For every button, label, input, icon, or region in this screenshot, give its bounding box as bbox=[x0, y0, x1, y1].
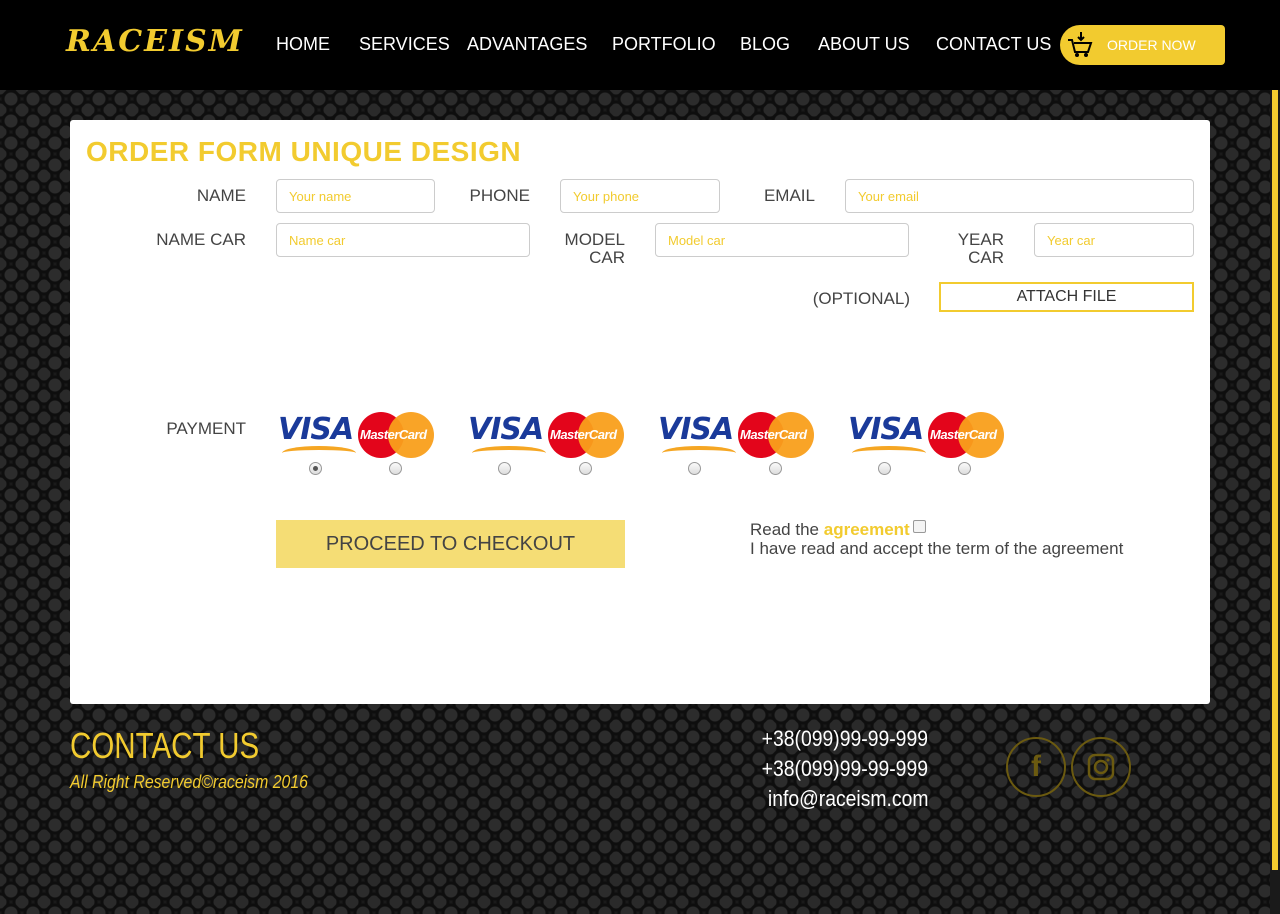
visa-swoosh bbox=[472, 446, 546, 460]
mastercard-radio-1[interactable] bbox=[389, 462, 402, 475]
mastercard-text: MasterCard bbox=[740, 427, 807, 442]
visa-logo: VISA bbox=[276, 410, 356, 460]
facebook-glyph: f bbox=[1031, 750, 1041, 783]
facebook-icon[interactable]: f bbox=[1006, 737, 1066, 797]
footer-rights: All Right Reserved©raceism 2016 bbox=[70, 772, 308, 792]
footer-phone-1[interactable]: +38(099)99-99-999 bbox=[762, 726, 928, 752]
order-now-label: ORDER NOW bbox=[1107, 37, 1196, 53]
scrollbar-thumb[interactable] bbox=[1272, 90, 1278, 870]
mastercard-text: MasterCard bbox=[360, 427, 427, 442]
mastercard-radio-3[interactable] bbox=[769, 462, 782, 475]
instagram-glyph bbox=[1087, 753, 1115, 781]
name-car-input[interactable] bbox=[276, 223, 530, 257]
name-label: NAME bbox=[196, 186, 246, 205]
agreement-link[interactable]: agreement bbox=[824, 520, 910, 539]
year-car-input[interactable] bbox=[1034, 223, 1194, 257]
visa-radio-3[interactable] bbox=[688, 462, 701, 475]
scrollbar[interactable] bbox=[1270, 90, 1280, 914]
footer-email[interactable]: info@raceism.com bbox=[767, 786, 928, 812]
name-car-label: NAME CAR bbox=[156, 230, 246, 249]
visa-text: VISA bbox=[848, 412, 924, 447]
mastercard-logo: MasterCard bbox=[928, 412, 1004, 460]
name-input[interactable] bbox=[276, 179, 435, 213]
mastercard-logo: MasterCard bbox=[358, 412, 434, 460]
payment-option-4: VISA MasterCard bbox=[846, 410, 1016, 480]
visa-swoosh bbox=[662, 446, 736, 460]
model-car-label: MODEL CAR bbox=[564, 230, 625, 267]
email-input[interactable] bbox=[845, 179, 1194, 213]
agreement-checkbox[interactable] bbox=[912, 520, 926, 533]
order-now-button[interactable]: ORDER NOW bbox=[1060, 25, 1225, 65]
visa-logo: VISA bbox=[466, 410, 546, 460]
mastercard-logo: MasterCard bbox=[738, 412, 814, 460]
visa-logo: VISA bbox=[656, 410, 736, 460]
visa-swoosh bbox=[282, 446, 356, 460]
visa-text: VISA bbox=[278, 412, 354, 447]
mastercard-radio-4[interactable] bbox=[958, 462, 971, 475]
visa-logo: VISA bbox=[846, 410, 926, 460]
payment-option-1: VISA MasterCard bbox=[276, 410, 446, 480]
model-car-input[interactable] bbox=[655, 223, 909, 257]
nav-advantages[interactable]: ADVANTAGES bbox=[467, 34, 587, 55]
logo[interactable]: RACEISM bbox=[66, 24, 244, 59]
mastercard-logo: MasterCard bbox=[548, 412, 624, 460]
phone-input[interactable] bbox=[560, 179, 720, 213]
nav-portfolio[interactable]: PORTFOLIO bbox=[612, 34, 716, 55]
visa-radio-2[interactable] bbox=[498, 462, 511, 475]
nav-blog[interactable]: BLOG bbox=[740, 34, 790, 55]
visa-text: VISA bbox=[468, 412, 544, 447]
cart-icon bbox=[1068, 32, 1093, 57]
visa-radio-1[interactable] bbox=[309, 462, 322, 475]
email-label: EMAIL bbox=[763, 186, 815, 205]
nav-contact-us[interactable]: CONTACT US bbox=[936, 34, 1051, 55]
header: RACEISM HOME SERVICES ADVANTAGES PORTFOL… bbox=[0, 0, 1280, 90]
instagram-icon[interactable] bbox=[1071, 737, 1131, 797]
payment-option-3: VISA MasterCard bbox=[656, 410, 826, 480]
visa-swoosh bbox=[852, 446, 926, 460]
form-title: ORDER FORM UNIQUE DESIGN bbox=[86, 136, 522, 167]
visa-radio-4[interactable] bbox=[878, 462, 891, 475]
payment-option-2: VISA MasterCard bbox=[466, 410, 636, 480]
mastercard-radio-2[interactable] bbox=[579, 462, 592, 475]
mastercard-text: MasterCard bbox=[930, 427, 997, 442]
agreement-block: Read the agreement I have read and accep… bbox=[750, 520, 1123, 558]
mastercard-text: MasterCard bbox=[550, 427, 617, 442]
nav-home[interactable]: HOME bbox=[276, 34, 330, 55]
proceed-to-checkout-button[interactable]: PROCEED TO CHECKOUT bbox=[276, 520, 625, 568]
attach-file-button[interactable]: ATTACH FILE bbox=[939, 282, 1194, 312]
agreement-text: I have read and accept the term of the a… bbox=[750, 539, 1124, 558]
payment-label: PAYMENT bbox=[166, 419, 246, 438]
footer-phone-2[interactable]: +38(099)99-99-999 bbox=[762, 756, 928, 782]
order-form-card: ORDER FORM UNIQUE DESIGN NAME PHONE EMAI… bbox=[70, 120, 1210, 704]
optional-label: (OPTIONAL) bbox=[812, 289, 910, 308]
year-car-label: YEAR CAR bbox=[957, 230, 1004, 267]
visa-text: VISA bbox=[658, 412, 734, 447]
footer-title: CONTACT US bbox=[70, 725, 260, 766]
phone-label: PHONE bbox=[469, 186, 530, 205]
nav-services[interactable]: SERVICES bbox=[359, 34, 450, 55]
agreement-prefix: Read the bbox=[750, 520, 819, 539]
nav-about-us[interactable]: ABOUT US bbox=[818, 34, 910, 55]
